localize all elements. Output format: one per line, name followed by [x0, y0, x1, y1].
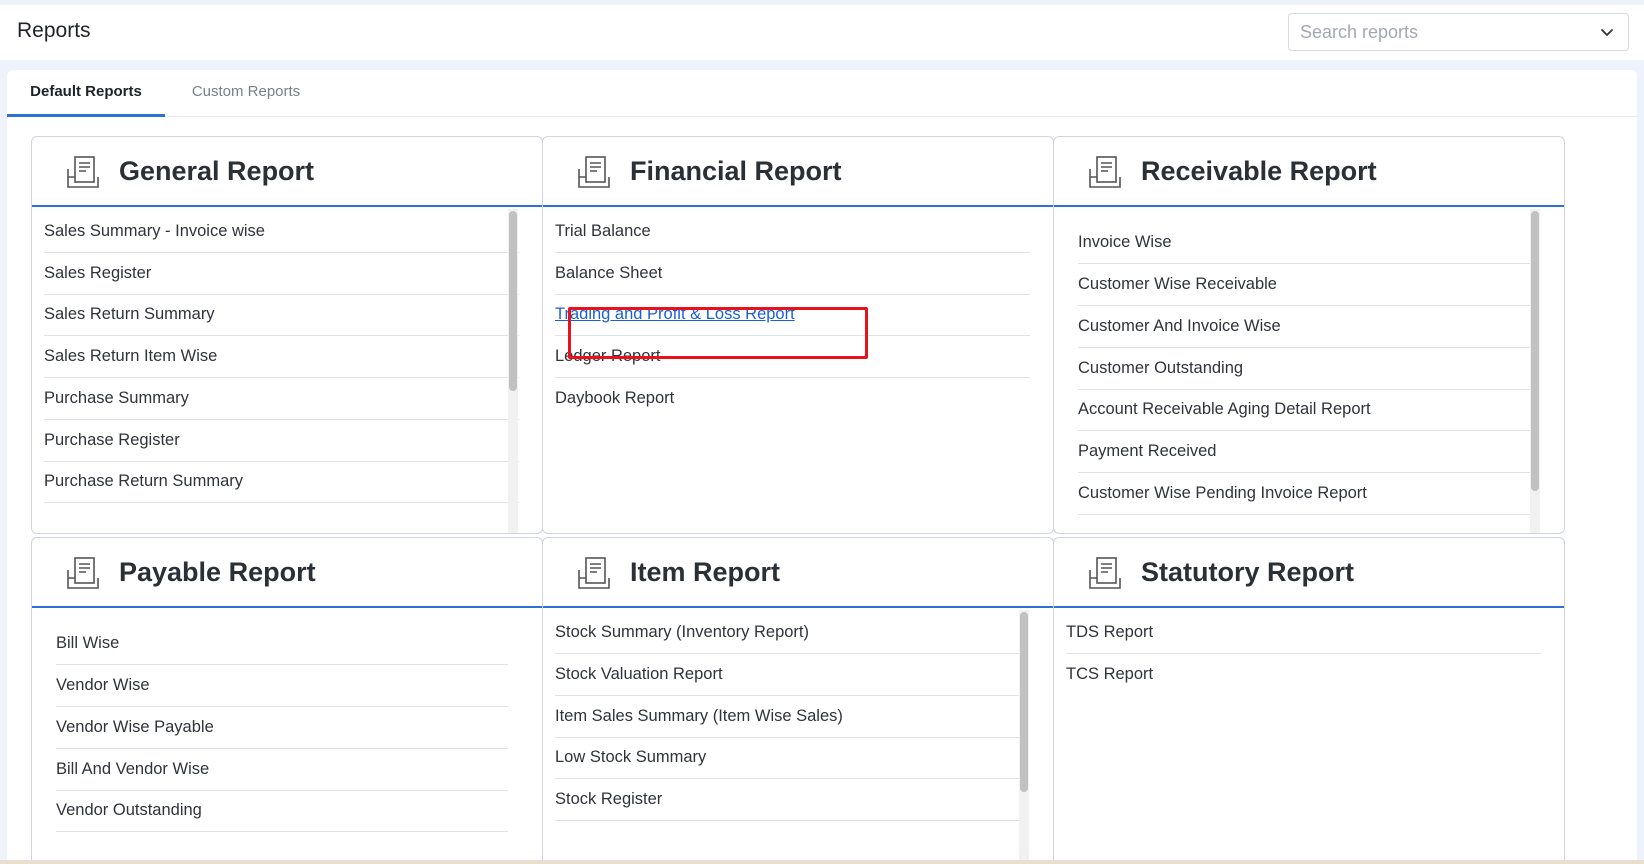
report-link-tds-report[interactable]: TDS Report — [1066, 610, 1541, 654]
search-input[interactable] — [1289, 14, 1589, 50]
card-title: Financial Report — [630, 156, 842, 186]
card-header: Statutory Report — [1054, 538, 1564, 608]
search-dropdown[interactable] — [1288, 13, 1629, 51]
payable-report-card: Payable Report Bill Wise Vendor Wise Ven… — [31, 537, 543, 864]
report-link-vendor-outstanding[interactable]: Vendor Outstanding — [56, 788, 508, 832]
scrollbar[interactable] — [1530, 209, 1540, 533]
report-document-icon — [67, 156, 99, 188]
bottom-edge — [0, 860, 1644, 864]
card-title: General Report — [119, 156, 315, 186]
report-document-icon — [578, 557, 610, 589]
card-title: Statutory Report — [1141, 557, 1355, 587]
report-tabs: Default Reports Custom Reports — [7, 70, 1637, 117]
general-report-card: General Report Sales Summary - Invoice w… — [31, 136, 543, 534]
report-list: Bill Wise Vendor Wise Vendor Wise Payabl… — [32, 610, 542, 864]
report-link-vendor-wise[interactable]: Vendor Wise — [56, 663, 508, 707]
card-header: General Report — [32, 137, 542, 207]
card-title: Payable Report — [119, 557, 316, 587]
report-link-stock-summary[interactable]: Stock Summary (Inventory Report) — [555, 610, 1019, 654]
report-link-sales-return-summary[interactable]: Sales Return Summary — [44, 292, 519, 336]
report-list: Sales Summary - Invoice wise Sales Regis… — [32, 209, 542, 533]
report-link-stock-register[interactable]: Stock Register — [555, 777, 1019, 821]
statutory-report-card: Statutory Report TDS Report TCS Report — [1053, 537, 1565, 864]
report-link-purchase-register[interactable]: Purchase Register — [44, 418, 519, 462]
card-header: Financial Report — [543, 137, 1053, 207]
chevron-down-icon[interactable] — [1598, 23, 1616, 41]
report-link-low-stock-summary[interactable]: Low Stock Summary — [555, 735, 1019, 779]
report-link-invoice-wise[interactable]: Invoice Wise — [1078, 220, 1530, 264]
tab-default-reports[interactable]: Default Reports — [7, 70, 165, 117]
report-list: Trial Balance Balance Sheet Trading and … — [543, 209, 1053, 533]
scrollbar[interactable] — [508, 209, 518, 533]
scrollbar-thumb[interactable] — [509, 211, 517, 391]
report-link-trial-balance[interactable]: Trial Balance — [555, 209, 1030, 253]
report-link-vendor-wise-payable[interactable]: Vendor Wise Payable — [56, 705, 508, 749]
report-link-bill-and-vendor-wise[interactable]: Bill And Vendor Wise — [56, 747, 508, 791]
report-list: Invoice Wise Customer Wise Receivable Cu… — [1054, 209, 1564, 533]
report-link-ledger-report[interactable]: Ledger Report — [555, 334, 1030, 378]
page-title: Reports — [17, 19, 91, 42]
card-title: Item Report — [630, 557, 781, 587]
report-link-payment-received[interactable]: Payment Received — [1078, 429, 1530, 473]
report-list: TDS Report TCS Report — [1054, 610, 1564, 864]
receivable-report-card: Receivable Report Invoice Wise Customer … — [1053, 136, 1565, 534]
scrollbar-thumb[interactable] — [1531, 211, 1539, 491]
report-link-customer-wise-pending-invoice[interactable]: Customer Wise Pending Invoice Report — [1078, 471, 1530, 515]
report-link-purchase-summary[interactable]: Purchase Summary — [44, 376, 519, 420]
card-title: Receivable Report — [1141, 156, 1377, 186]
report-link-purchase-return-summary[interactable]: Purchase Return Summary — [44, 459, 519, 503]
report-link-customer-and-invoice-wise[interactable]: Customer And Invoice Wise — [1078, 304, 1530, 348]
card-header: Payable Report — [32, 538, 542, 608]
report-document-icon — [578, 156, 610, 188]
report-link-sales-register[interactable]: Sales Register — [44, 251, 519, 295]
report-link-item-sales-summary[interactable]: Item Sales Summary (Item Wise Sales) — [555, 694, 1019, 738]
report-link-daybook-report[interactable]: Daybook Report — [555, 376, 1030, 420]
top-bar: Reports — [0, 5, 1644, 60]
report-link-customer-outstanding[interactable]: Customer Outstanding — [1078, 346, 1530, 390]
report-list: Stock Summary (Inventory Report) Stock V… — [543, 610, 1053, 864]
report-link-sales-return-item-wise[interactable]: Sales Return Item Wise — [44, 334, 519, 378]
card-header: Receivable Report — [1054, 137, 1564, 207]
report-document-icon — [67, 557, 99, 589]
report-link-sales-summary-invoice-wise[interactable]: Sales Summary - Invoice wise — [44, 209, 519, 253]
tab-custom-reports[interactable]: Custom Reports — [170, 70, 322, 117]
report-document-icon — [1089, 156, 1121, 188]
report-link-bill-wise[interactable]: Bill Wise — [56, 621, 508, 665]
item-report-card: Item Report Stock Summary (Inventory Rep… — [542, 537, 1054, 864]
report-document-icon — [1089, 557, 1121, 589]
scrollbar[interactable] — [1019, 610, 1029, 864]
scrollbar-thumb[interactable] — [1020, 612, 1028, 792]
report-link-balance-sheet[interactable]: Balance Sheet — [555, 251, 1030, 295]
report-link-trading-profit-loss[interactable]: Trading and Profit & Loss Report — [555, 292, 1030, 336]
report-link-account-receivable-aging[interactable]: Account Receivable Aging Detail Report — [1078, 387, 1530, 431]
report-link-customer-wise-receivable[interactable]: Customer Wise Receivable — [1078, 262, 1530, 306]
card-header: Item Report — [543, 538, 1053, 608]
report-link-tcs-report[interactable]: TCS Report — [1066, 652, 1541, 696]
report-link-stock-valuation[interactable]: Stock Valuation Report — [555, 652, 1019, 696]
financial-report-card: Financial Report Trial Balance Balance S… — [542, 136, 1054, 534]
